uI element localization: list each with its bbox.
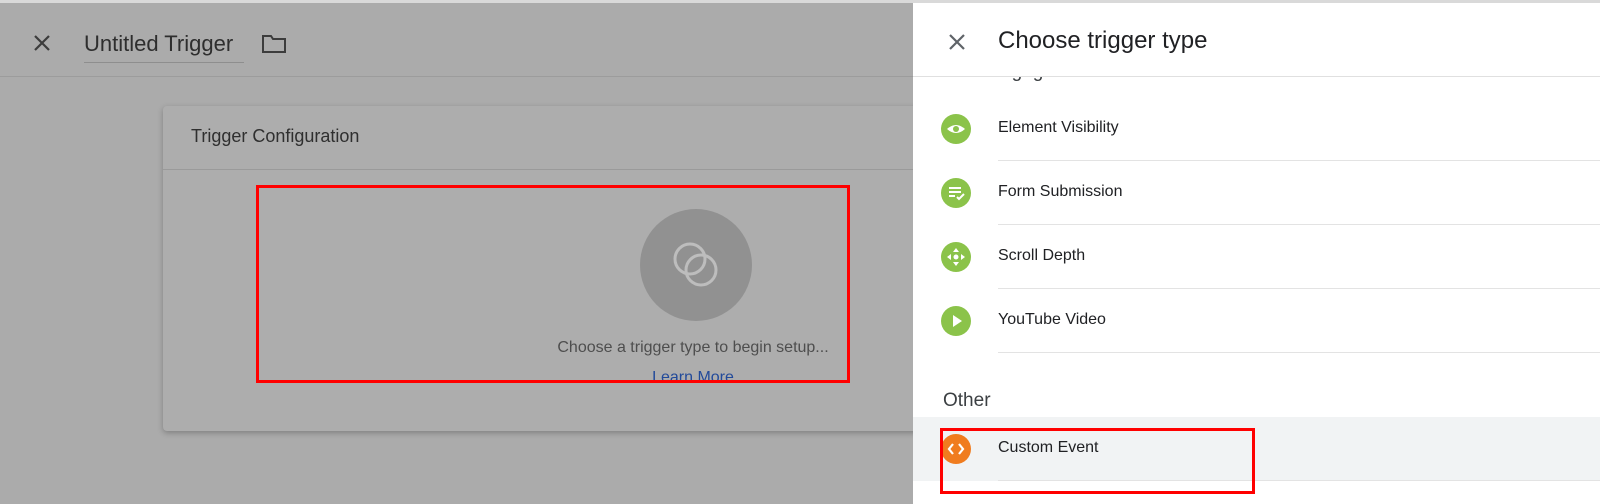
eye-icon <box>941 114 971 144</box>
section-label-other: Other <box>943 390 991 411</box>
play-icon <box>941 306 971 336</box>
trigger-item-label: Scroll Depth <box>998 247 1086 264</box>
form-check-icon <box>941 178 971 208</box>
card-header: Trigger Configuration <box>163 106 923 170</box>
trigger-item-youtube-video[interactable]: YouTube Video <box>913 289 1600 353</box>
trigger-item-form-submission[interactable]: Form Submission <box>913 161 1600 225</box>
trigger-item-label: YouTube Video <box>998 311 1106 328</box>
scroll-arrows-icon <box>941 242 971 272</box>
trigger-item-element-visibility[interactable]: Element Visibility <box>913 97 1600 161</box>
panel-title: Choose trigger type <box>998 27 1208 54</box>
folder-icon[interactable] <box>261 31 287 55</box>
highlight-box-left <box>256 185 850 383</box>
trigger-item-label: Form Submission <box>998 183 1123 200</box>
divider <box>998 352 1600 353</box>
close-icon[interactable] <box>943 28 971 56</box>
trigger-item-label: Element Visibility <box>998 119 1119 136</box>
highlight-box-right <box>940 428 1255 494</box>
trigger-editor-header: Untitled Trigger <box>0 3 913 77</box>
close-icon[interactable] <box>28 29 56 57</box>
panel-header: Choose trigger type <box>913 3 1600 77</box>
card-title: Trigger Configuration <box>191 126 360 146</box>
trigger-name-field[interactable]: Untitled Trigger <box>84 27 244 63</box>
trigger-item-scroll-depth[interactable]: Scroll Depth <box>913 225 1600 289</box>
